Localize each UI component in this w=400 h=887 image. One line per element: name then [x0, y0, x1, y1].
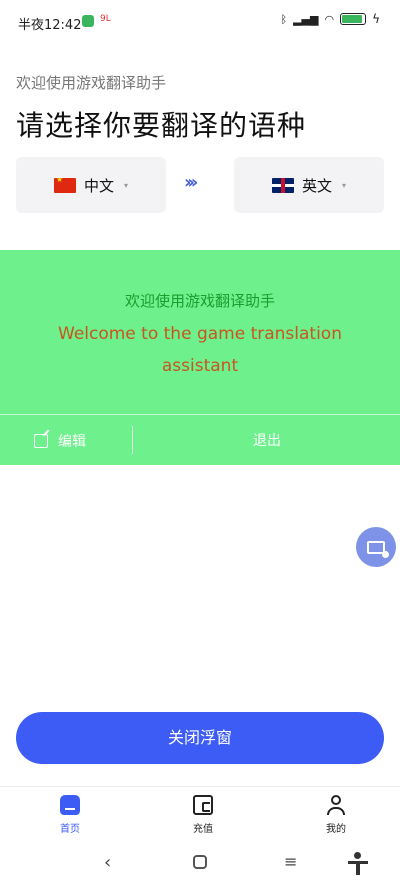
nav-item-home[interactable]: 首页: [40, 787, 100, 840]
source-language-selector[interactable]: 中文 ▾: [16, 157, 166, 213]
accessibility-icon[interactable]: [348, 852, 368, 876]
float-divider: [0, 414, 400, 415]
welcome-subtitle: 欢迎使用游戏翻译助手: [16, 74, 167, 92]
edit-button[interactable]: 编辑: [34, 428, 86, 454]
status-bar: 半夜12:42 9L ᛒ ▂▄▆ ◠ ϟ: [0, 0, 400, 50]
uk-flag-icon: [271, 177, 294, 193]
nav-label: 我的: [326, 824, 346, 835]
edit-label: 编辑: [58, 434, 86, 450]
wifi-icon: ◠: [324, 12, 335, 26]
chevron-down-icon: ▾: [124, 180, 129, 190]
signal-icon: ▂▄▆: [293, 12, 319, 26]
system-nav-bar: ‹ ≡: [0, 844, 400, 887]
nav-item-profile[interactable]: 我的: [306, 787, 366, 840]
status-time: 半夜12:42: [18, 18, 82, 33]
close-float-button[interactable]: 关闭浮窗: [16, 712, 384, 764]
float-translated-text: Welcome to the game translation assistan…: [58, 324, 342, 376]
status-extra-indicator: 9L: [100, 14, 111, 24]
floating-action-button[interactable]: [356, 527, 396, 567]
bottom-nav: 首页 充值 我的: [0, 786, 400, 840]
float-source-text: 欢迎使用游戏翻译助手: [124, 292, 275, 310]
edit-icon: [34, 434, 48, 448]
user-icon: [326, 795, 346, 815]
home-icon: [60, 795, 80, 815]
direction-arrows-icon: ›››: [184, 172, 198, 193]
cn-flag-icon: [53, 177, 76, 193]
keyboard-icon: [367, 540, 389, 558]
menu-icon[interactable]: ≡: [284, 852, 297, 871]
app-notification-icon: [82, 15, 94, 27]
home-button-icon[interactable]: [193, 855, 207, 869]
status-indicators: ᛒ ▂▄▆ ◠ ϟ: [280, 12, 380, 26]
battery-icon: [340, 13, 367, 25]
wallet-icon: [193, 795, 213, 815]
target-language-selector[interactable]: 英文 ▾: [234, 157, 384, 213]
float-button-divider: [132, 426, 133, 454]
exit-button[interactable]: 退出: [230, 428, 304, 454]
target-language-label: 英文: [301, 176, 332, 195]
page-title: 请选择你要翻译的语种: [16, 109, 307, 142]
charging-icon: ϟ: [372, 12, 380, 26]
source-language-label: 中文: [83, 176, 114, 195]
nav-label: 充值: [193, 824, 213, 835]
back-icon[interactable]: ‹: [104, 852, 111, 873]
chevron-down-icon: ▾: [342, 180, 347, 190]
nav-label: 首页: [60, 824, 80, 835]
nav-item-recharge[interactable]: 充值: [173, 787, 233, 840]
bluetooth-icon: ᛒ: [280, 12, 288, 26]
